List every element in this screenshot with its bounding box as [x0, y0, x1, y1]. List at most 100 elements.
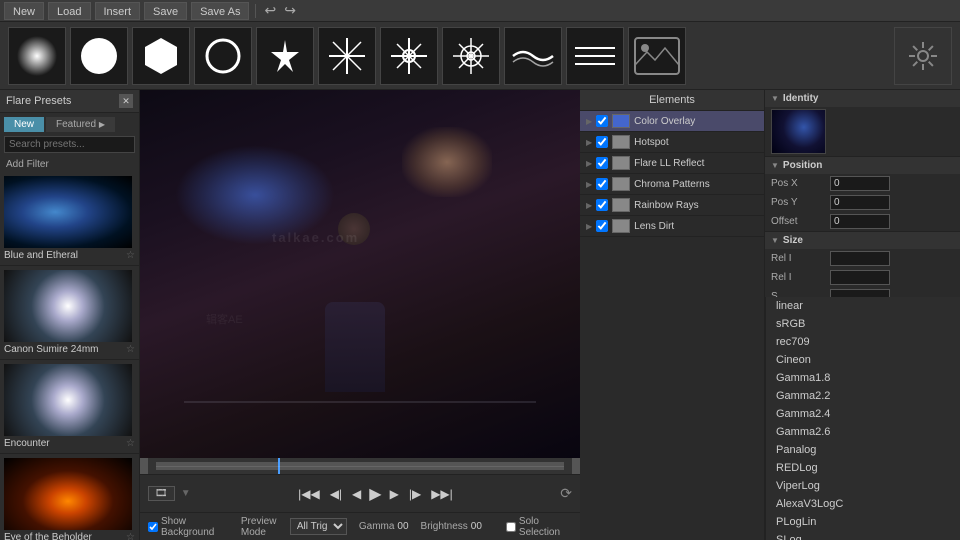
- show-background-checkbox[interactable]: [148, 522, 158, 532]
- colorspace-item[interactable]: sRGB: [766, 315, 960, 333]
- element-checkbox[interactable]: [596, 220, 608, 232]
- colorspace-item[interactable]: Gamma2.6: [766, 423, 960, 441]
- element-color-swatch[interactable]: [612, 219, 630, 233]
- s-input[interactable]: [830, 289, 890, 297]
- colorspace-item[interactable]: PLogLin: [766, 513, 960, 531]
- show-background-check[interactable]: Show Background: [148, 516, 229, 538]
- colorspace-item[interactable]: linear: [766, 297, 960, 315]
- colorspace-item[interactable]: Panalog: [766, 441, 960, 459]
- brush-item-7[interactable]: [442, 27, 500, 85]
- element-checkbox[interactable]: [596, 178, 608, 190]
- colorspace-item[interactable]: Gamma1.8: [766, 369, 960, 387]
- preset-item[interactable]: Eye of the Beholder ☆: [0, 454, 139, 540]
- identity-header[interactable]: ▼ Identity: [765, 90, 960, 107]
- colorspace-item[interactable]: Gamma2.4: [766, 405, 960, 423]
- settings-button[interactable]: [894, 27, 952, 85]
- element-color-swatch[interactable]: [612, 114, 630, 128]
- element-expand-icon: ▶: [586, 159, 592, 168]
- element-color-swatch[interactable]: [612, 198, 630, 212]
- position-header[interactable]: ▼ Position: [765, 157, 960, 174]
- load-button[interactable]: Load: [48, 2, 90, 20]
- preset-list: Blue and Etheral ☆ Canon Sumire 24mm ☆ E…: [0, 172, 139, 540]
- prev-frame-button[interactable]: ◀: [350, 487, 363, 501]
- colorspace-item[interactable]: Gamma2.2: [766, 387, 960, 405]
- pos-x-row: Pos X: [765, 174, 960, 193]
- brush-item-1[interactable]: [70, 27, 128, 85]
- colorspace-item[interactable]: AlexaV3LogC: [766, 495, 960, 513]
- offset-row: Offset: [765, 212, 960, 231]
- prev-keyframe-button[interactable]: ◀|: [328, 487, 344, 501]
- element-checkbox[interactable]: [596, 115, 608, 127]
- solo-selection-check[interactable]: Solo Selection: [506, 516, 572, 538]
- timeline-left-marker[interactable]: [140, 458, 148, 474]
- pos-y-input[interactable]: [830, 195, 890, 210]
- save-button[interactable]: Save: [144, 2, 187, 20]
- offset-input[interactable]: [830, 214, 890, 229]
- solo-selection-checkbox[interactable]: [506, 522, 516, 532]
- element-color-swatch[interactable]: [612, 156, 630, 170]
- undo-button[interactable]: ↩: [262, 2, 278, 19]
- colorspace-item[interactable]: REDLog: [766, 459, 960, 477]
- top-toolbar: New Load Insert Save Save As ↩ ↪: [0, 0, 960, 22]
- element-row[interactable]: ▶ Chroma Patterns: [580, 174, 764, 195]
- preset-star-button[interactable]: ☆: [126, 344, 135, 355]
- frame-display[interactable]: 🎞: [148, 486, 175, 501]
- brush-item-3[interactable]: [194, 27, 252, 85]
- brush-item-9[interactable]: [566, 27, 624, 85]
- search-presets-input[interactable]: [4, 136, 135, 153]
- preset-item[interactable]: Blue and Etheral ☆: [0, 172, 139, 266]
- tab-featured[interactable]: Featured ▶: [46, 117, 115, 132]
- timeline-bar[interactable]: [140, 458, 580, 474]
- colorspace-item[interactable]: rec709: [766, 333, 960, 351]
- brush-item-5[interactable]: [318, 27, 376, 85]
- tab-new[interactable]: New: [4, 117, 44, 132]
- play-button[interactable]: ▶: [369, 484, 381, 504]
- preset-name-label: Encounter: [4, 438, 50, 449]
- preset-item[interactable]: Encounter ☆: [0, 360, 139, 454]
- timeline-track[interactable]: [156, 462, 564, 470]
- new-button[interactable]: New: [4, 2, 44, 20]
- preset-star-button[interactable]: ☆: [126, 532, 135, 540]
- next-keyframe-button[interactable]: |▶: [407, 487, 423, 501]
- loop-button[interactable]: ⟳: [560, 485, 572, 502]
- element-row[interactable]: ▶ Lens Dirt: [580, 216, 764, 237]
- brush-item-8[interactable]: [504, 27, 562, 85]
- element-checkbox[interactable]: [596, 136, 608, 148]
- add-filter-button[interactable]: Add Filter: [0, 157, 139, 172]
- skip-start-button[interactable]: |◀◀: [296, 487, 322, 501]
- close-flare-presets-button[interactable]: ✕: [119, 94, 133, 108]
- rel1-input[interactable]: [830, 251, 890, 266]
- element-row[interactable]: ▶ Flare LL Reflect: [580, 153, 764, 174]
- redo-button[interactable]: ↪: [282, 2, 298, 19]
- preset-star-button[interactable]: ☆: [126, 438, 135, 449]
- identity-arrow: ▼: [771, 94, 779, 103]
- colorspace-item[interactable]: SLog: [766, 531, 960, 540]
- brush-item-2[interactable]: [132, 27, 190, 85]
- brush-item-0[interactable]: [8, 27, 66, 85]
- element-row[interactable]: ▶ Hotspot: [580, 132, 764, 153]
- element-row[interactable]: ▶ Color Overlay: [580, 111, 764, 132]
- brush-item-4[interactable]: [256, 27, 314, 85]
- brush-item-6[interactable]: [380, 27, 438, 85]
- preview-mode-select[interactable]: All Trig: [290, 518, 347, 535]
- preset-star-button[interactable]: ☆: [126, 250, 135, 261]
- skip-end-button[interactable]: ▶▶|: [429, 487, 455, 501]
- pos-x-input[interactable]: [830, 176, 890, 191]
- brush-item-10[interactable]: [628, 27, 686, 85]
- colorspace-item[interactable]: Cineon: [766, 351, 960, 369]
- save-as-button[interactable]: Save As: [191, 2, 249, 20]
- preset-item[interactable]: Canon Sumire 24mm ☆: [0, 266, 139, 360]
- colorspace-item[interactable]: ViperLog: [766, 477, 960, 495]
- preset-name-row: Eye of the Beholder ☆: [4, 530, 135, 540]
- size-header[interactable]: ▼ Size: [765, 232, 960, 249]
- rel2-input[interactable]: [830, 270, 890, 285]
- insert-button[interactable]: Insert: [95, 2, 141, 20]
- element-checkbox[interactable]: [596, 157, 608, 169]
- element-expand-icon: ▶: [586, 138, 592, 147]
- element-color-swatch[interactable]: [612, 135, 630, 149]
- timeline-right-marker[interactable]: [572, 458, 580, 474]
- element-row[interactable]: ▶ Rainbow Rays: [580, 195, 764, 216]
- element-checkbox[interactable]: [596, 199, 608, 211]
- next-frame-button[interactable]: ▶: [388, 487, 401, 501]
- element-color-swatch[interactable]: [612, 177, 630, 191]
